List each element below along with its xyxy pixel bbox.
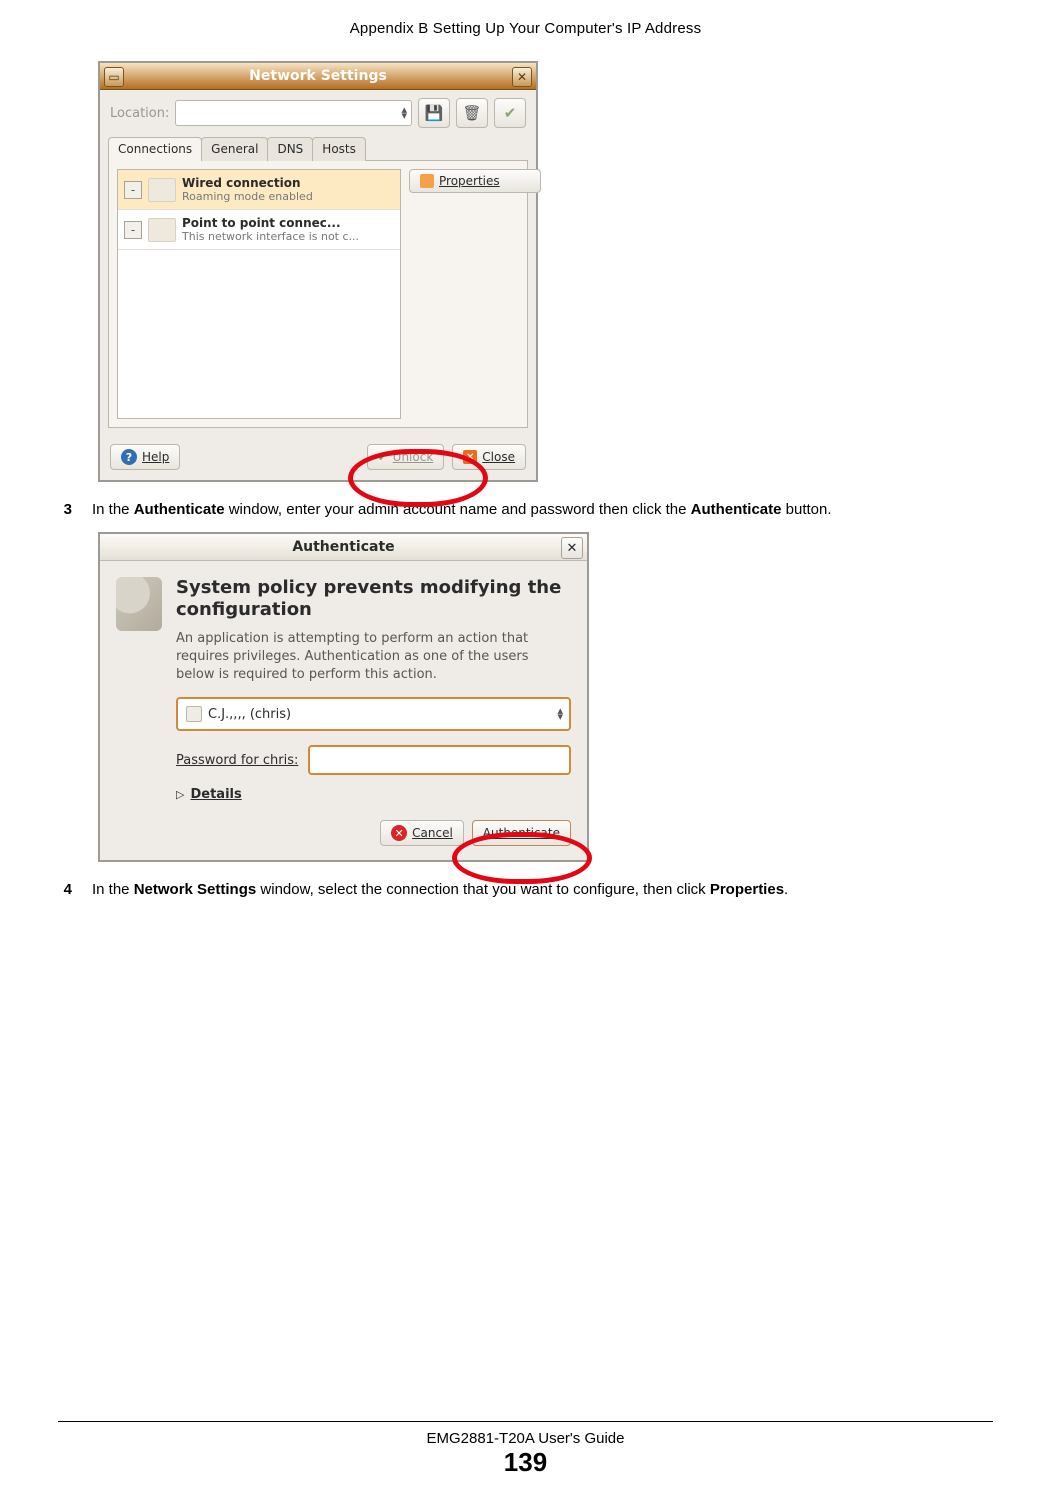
authenticate-label: Authenticate: [483, 826, 560, 840]
apply-button[interactable]: ✔: [494, 98, 526, 128]
details-expander[interactable]: ▷ Details: [176, 787, 571, 802]
help-label: Help: [142, 450, 169, 464]
page-footer: EMG2881-T20A User's Guide 139: [58, 1421, 993, 1478]
delete-location-button[interactable]: 🗑: [456, 98, 488, 128]
step-number: 3: [58, 500, 72, 520]
cancel-button[interactable]: ✕ Cancel: [380, 820, 464, 846]
connection-title: Point to point connec...: [182, 216, 359, 230]
tab-general[interactable]: General: [201, 137, 268, 161]
dialog-heading: System policy prevents modifying the con…: [176, 577, 571, 620]
cancel-label: Cancel: [412, 826, 453, 840]
properties-icon: [420, 174, 434, 188]
cancel-icon: ✕: [391, 825, 407, 841]
user-select[interactable]: C.J.,,,, (chris) ▴▾: [176, 697, 571, 731]
window-titlebar: ▭ Network Settings ✕: [100, 63, 536, 90]
connection-title: Wired connection: [182, 176, 313, 190]
properties-label: Properties: [439, 174, 500, 188]
properties-button[interactable]: Properties: [409, 169, 541, 193]
password-label: Password for chris:: [176, 753, 298, 768]
window-title: Network Settings: [249, 68, 387, 84]
help-button[interactable]: ? Help: [110, 444, 180, 470]
tab-dns[interactable]: DNS: [267, 137, 313, 161]
authenticate-button[interactable]: Authenticate: [472, 820, 571, 846]
step-text: In the Network Settings window, select t…: [92, 880, 788, 900]
connection-subtitle: This network interface is not c...: [182, 230, 359, 243]
user-selected: C.J.,,,, (chris): [208, 707, 291, 722]
connection-subtitle: Roaming mode enabled: [182, 190, 313, 203]
collapse-toggle[interactable]: -: [124, 181, 142, 199]
close-label: Close: [482, 450, 515, 464]
triangle-right-icon: ▷: [176, 788, 184, 801]
unlock-button[interactable]: ✔ Unlock: [367, 444, 445, 470]
step-4: 4 In the Network Settings window, select…: [58, 880, 993, 900]
password-input[interactable]: [308, 745, 571, 775]
chevron-updown-icon: ▴▾: [557, 708, 563, 720]
ethernet-icon: [148, 178, 176, 202]
collapse-toggle[interactable]: -: [124, 221, 142, 239]
check-icon: ✔: [504, 104, 517, 122]
connection-row-ppp[interactable]: - Point to point connec... This network …: [118, 210, 400, 250]
dialog-title: Authenticate: [292, 539, 394, 555]
unlock-label: Unlock: [393, 450, 434, 464]
connection-row-wired[interactable]: - Wired connection Roaming mode enabled: [118, 170, 400, 210]
modem-icon: [148, 218, 176, 242]
dialog-description: An application is attempting to perform …: [176, 630, 571, 683]
figure-authenticate: Authenticate ✕ System policy prevents mo…: [98, 532, 993, 862]
footer-guide: EMG2881-T20A User's Guide: [58, 1430, 993, 1447]
tab-connections[interactable]: Connections: [108, 137, 202, 161]
window-close-icon[interactable]: ✕: [512, 67, 532, 87]
running-header: Appendix B Setting Up Your Computer's IP…: [58, 20, 993, 37]
help-icon: ?: [121, 449, 137, 465]
dialog-titlebar: Authenticate ✕: [100, 534, 587, 561]
tab-hosts[interactable]: Hosts: [312, 137, 366, 161]
location-label: Location:: [110, 106, 169, 121]
chevron-updown-icon: ▴▾: [401, 107, 407, 119]
tab-bar: Connections General DNS Hosts: [100, 136, 536, 160]
connection-list: - Wired connection Roaming mode enabled …: [117, 169, 401, 419]
dialog-close-icon[interactable]: ✕: [561, 537, 583, 559]
figure-network-settings: ▭ Network Settings ✕ Location: ▴▾ 💾 🗑 ✔ …: [98, 61, 993, 482]
keys-icon: [116, 577, 162, 631]
save-location-button[interactable]: 💾: [418, 98, 450, 128]
footer-page-number: 139: [58, 1447, 993, 1478]
step-3: 3 In the Authenticate window, enter your…: [58, 500, 993, 520]
location-combo[interactable]: ▴▾: [175, 100, 412, 126]
user-icon: [186, 706, 202, 722]
close-icon: ✕: [463, 450, 477, 464]
step-number: 4: [58, 880, 72, 900]
step-text: In the Authenticate window, enter your a…: [92, 500, 832, 520]
unlock-check-icon: ✔: [378, 450, 388, 464]
details-label: Details: [190, 787, 241, 802]
window-menu-icon[interactable]: ▭: [104, 67, 124, 87]
close-button[interactable]: ✕ Close: [452, 444, 526, 470]
